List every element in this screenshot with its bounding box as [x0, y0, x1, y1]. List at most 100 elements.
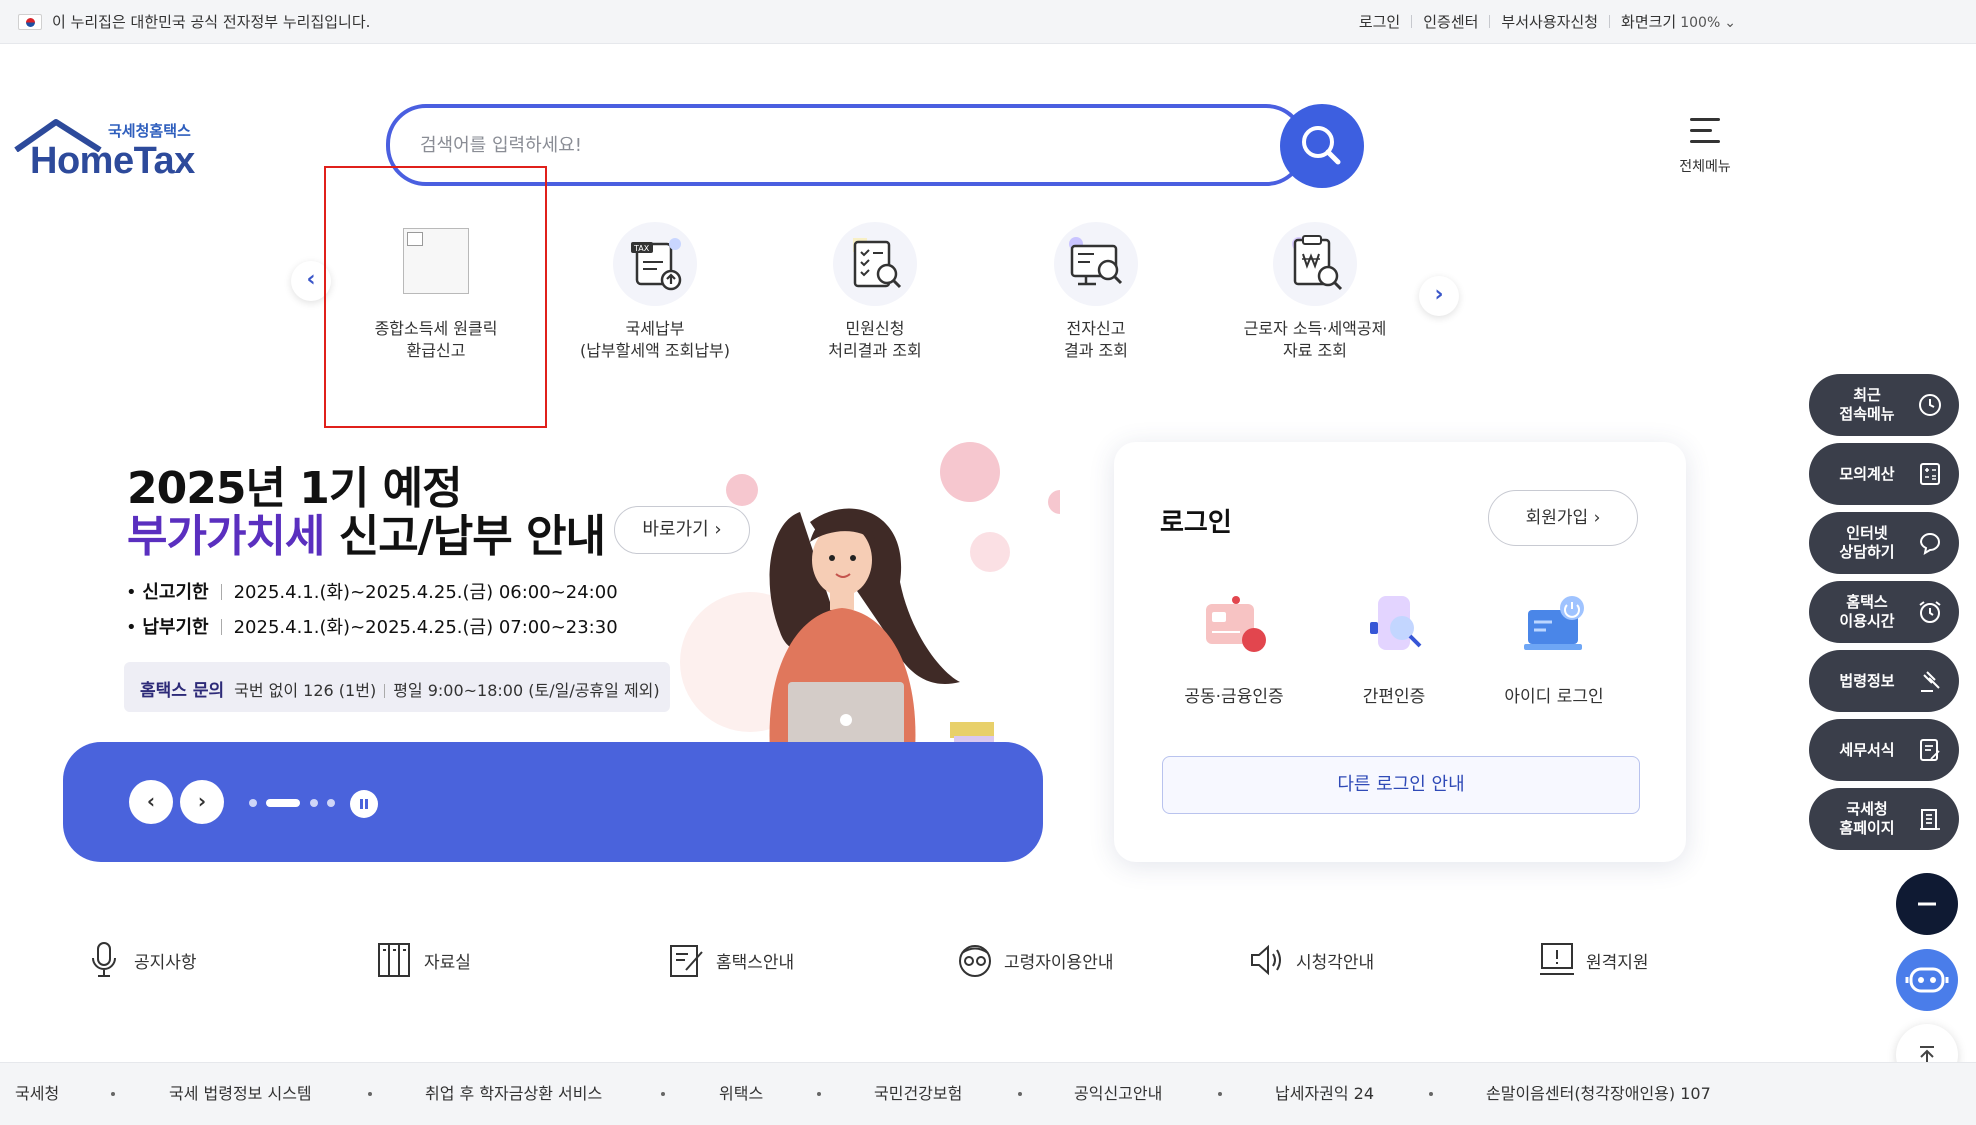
audiovisual-guide-link[interactable]: 시청각안내 [1248, 935, 1374, 985]
gov-notice-text: 이 누리집은 대한민국 공식 전자정부 누리집입니다. [52, 13, 371, 31]
cert-center-link[interactable]: 인증센터 [1423, 11, 1478, 32]
form-icon [1920, 739, 1940, 761]
search-input[interactable] [420, 124, 1240, 166]
side-menu-law[interactable]: 법령정보 [1809, 650, 1959, 712]
footer-separator [1429, 1092, 1433, 1096]
footer-separator [661, 1092, 665, 1096]
side-menu-calc[interactable]: 모의계산 [1809, 443, 1959, 505]
inquiry-box: 홈택스 문의 국번 없이 126 (1번) 평일 9:00~18:00 (토/일/공… [124, 662, 670, 712]
won-document-search-icon [1273, 222, 1357, 306]
footer-link[interactable]: 위택스 [719, 1080, 763, 1104]
archive-icon [378, 943, 410, 977]
login-link[interactable]: 로그인 [1359, 11, 1400, 32]
banner-title-line2: 부가가치세 신고/납부 안내 [127, 500, 606, 564]
side-menu-label: 세무서식 [1839, 740, 1895, 759]
quick-menu-item[interactable]: 민원신청 처리결과 조회 [775, 222, 975, 372]
id-login-option[interactable]: 아이디 로그인 [1484, 592, 1624, 712]
footer-link[interactable]: 납세자권익 24 [1275, 1080, 1374, 1104]
side-menu-consult[interactable]: 인터넷 상담하기 [1809, 512, 1959, 574]
logo-subtitle: 국세청홈택스 [108, 122, 191, 140]
footer-separator [1018, 1092, 1022, 1096]
cert-login-option[interactable]: 공동·금융인증 [1164, 592, 1304, 712]
side-menu-label: 인터넷 상담하기 [1839, 524, 1895, 561]
banner-next-button[interactable]: › [180, 780, 224, 824]
banner-prev-button[interactable]: ‹ [129, 780, 173, 824]
join-button[interactable]: 회원가입 › [1488, 490, 1638, 546]
quick-menu-label: 근로자 소득·세액공제 자료 조회 [1243, 319, 1387, 360]
senior-guide-link[interactable]: 고령자이용안내 [956, 935, 1113, 985]
banner-info-row: • 납부기한 2025.4.1.(화)~2025.4.25.(금) 07:00~2… [126, 617, 618, 638]
chevron-down-icon: ⌄ [1724, 15, 1736, 31]
side-menu-nts-home[interactable]: 국세청 홈페이지 [1809, 788, 1959, 850]
footer-separator [111, 1092, 115, 1096]
footer-link[interactable]: 국세 법령정보 시스템 [169, 1080, 312, 1104]
laptop-power-icon [1522, 592, 1588, 658]
chevron-right-icon: › [708, 519, 722, 540]
link-label: 고령자이용안내 [1004, 952, 1114, 973]
footer-link[interactable]: 공익신고안내 [1074, 1080, 1162, 1104]
minus-icon [1918, 902, 1936, 906]
simple-auth-option[interactable]: 간편인증 [1324, 592, 1464, 712]
senior-face-icon [959, 945, 991, 977]
banner-pause-button[interactable] [350, 790, 378, 818]
microphone-icon [92, 942, 116, 977]
link-label: 홈택스안내 [716, 952, 795, 973]
banner-dot[interactable] [310, 799, 318, 807]
all-menu-button[interactable]: 전체메뉴 [1660, 112, 1750, 182]
quick-menu-next-button[interactable]: › [1419, 276, 1459, 316]
option-label: 공동·금융인증 [1184, 687, 1284, 707]
banner-info-row: • 신고기한 2025.4.1.(화)~2025.4.25.(금) 06:00~2… [126, 582, 618, 603]
banner-accent: 부가가치세 [127, 511, 325, 562]
document-search-icon [833, 222, 917, 306]
zoom-label: 화면크기 [1621, 13, 1677, 31]
search-icon [1302, 126, 1341, 165]
chevron-right-icon: › [1588, 508, 1601, 528]
search-button[interactable] [1280, 104, 1364, 188]
chatbot-button[interactable] [1896, 949, 1958, 1011]
quick-menu-item[interactable]: 근로자 소득·세액공제 자료 조회 [1215, 222, 1415, 372]
hometax-logo[interactable]: 국세청홈택스 HomeTax [14, 116, 214, 186]
side-menu-label: 모의계산 [1839, 464, 1895, 483]
notice-link[interactable]: 공지사항 [86, 935, 197, 985]
gov-notice-bar: 이 누리집은 대한민국 공식 전자정부 누리집입니다. 로그인 인증센터 부서사… [0, 0, 1976, 44]
banner-dot[interactable] [327, 799, 335, 807]
footer-link[interactable]: 손말이음센터(청각장애인용) 107 [1486, 1080, 1711, 1104]
banner-go-label: 바로가기 [642, 519, 709, 540]
side-menu-hours[interactable]: 홈택스 이용시간 [1809, 581, 1959, 643]
divider [1489, 15, 1491, 28]
banner-go-button[interactable]: 바로가기 › [614, 506, 750, 554]
zoom-control[interactable]: 화면크기 100% ⌄ [1621, 11, 1736, 32]
certificate-card-icon [1202, 592, 1268, 658]
side-menu-label: 최근 접속메뉴 [1839, 386, 1895, 423]
dept-user-link[interactable]: 부서사용자신청 [1501, 11, 1598, 32]
calculator-icon [1920, 463, 1940, 485]
all-menu-label: 전체메뉴 [1679, 159, 1731, 175]
other-login-guide-button[interactable]: 다른 로그인 안내 [1162, 756, 1640, 814]
hometax-guide-link[interactable]: 홈택스안내 [668, 935, 794, 985]
banner-illustration [680, 442, 1060, 760]
gavel-icon [1921, 671, 1940, 692]
chevron-left-icon: ‹ [146, 789, 156, 813]
footer-link[interactable]: 국세청 [15, 1080, 59, 1104]
footer-link[interactable]: 국민건강보험 [874, 1080, 962, 1104]
footer-link[interactable]: 취업 후 학자금상환 서비스 [425, 1080, 602, 1104]
quick-menu-item[interactable]: 전자신고 결과 조회 [996, 222, 1196, 372]
link-label: 자료실 [424, 952, 471, 973]
quick-menu-label: 민원신청 처리결과 조회 [828, 319, 922, 360]
remote-support-link[interactable]: 원격지원 [1538, 935, 1649, 985]
option-label: 아이디 로그인 [1504, 687, 1604, 707]
link-label: 시청각안내 [1296, 952, 1375, 973]
side-menu-forms[interactable]: 세무서식 [1809, 719, 1959, 781]
archive-link[interactable]: 자료실 [376, 935, 471, 985]
clock-icon [1919, 394, 1941, 416]
side-menu-recent[interactable]: 최근 접속메뉴 [1809, 374, 1959, 436]
phone-search-icon [1362, 592, 1428, 658]
banner-dot[interactable] [249, 799, 257, 807]
inquiry-key: 홈택스 문의 [140, 681, 225, 701]
collapse-side-menu-button[interactable] [1896, 873, 1958, 935]
row-key: 납부기한 [142, 617, 209, 638]
banner-dot-active[interactable] [266, 799, 300, 807]
quick-menu-item[interactable]: TAX 국세납부 (납부할세액 조회납부) [555, 222, 755, 372]
divider [1411, 15, 1413, 28]
robot-icon [1905, 967, 1949, 993]
